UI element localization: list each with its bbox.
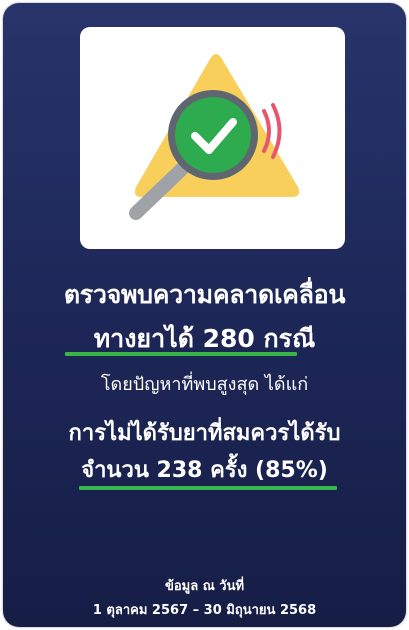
highlight-line-2: จำนวน 238 ครั้ง (85%) <box>81 458 328 483</box>
headline-line-1: ตรวจพบความคลาดเคลื่อน <box>63 280 346 309</box>
icon-panel <box>80 27 345 249</box>
info-card: ตรวจพบความคลาดเคลื่อน ทางยาได้ 280 กรณี … <box>3 3 406 627</box>
footer-label: ข้อมูล ณ วันที่ <box>164 579 245 594</box>
warning-magnifier-check-icon <box>129 54 300 220</box>
subtitle: โดยปัญหาที่พบสูงสุด ได้แก่ <box>100 374 309 395</box>
highlight-line-1: การไม่ได้รับยาที่สมควรได้รับ <box>68 421 341 446</box>
headline-underline <box>65 352 297 356</box>
highlight-underline <box>79 486 337 490</box>
footer-dates: 1 ตุลาคม 2567 – 30 มิถุนายน 2568 <box>92 603 317 618</box>
